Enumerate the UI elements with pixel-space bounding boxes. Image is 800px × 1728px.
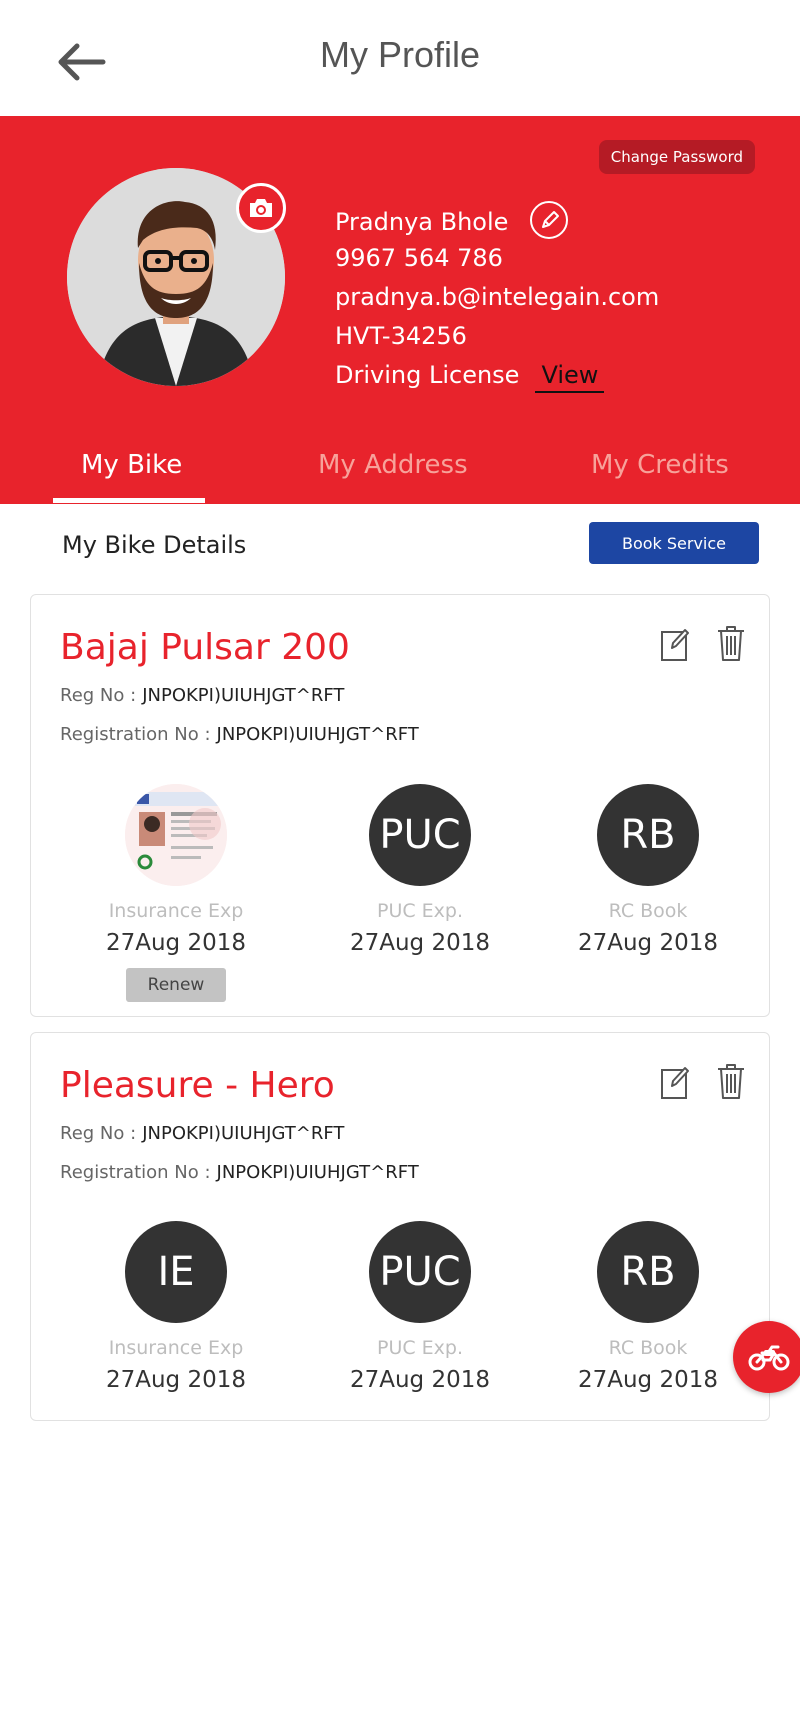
reg-no-label: Reg No : xyxy=(60,1123,137,1144)
change-photo-button[interactable] xyxy=(236,183,286,233)
tab-my-bike[interactable]: My Bike xyxy=(81,450,182,480)
profile-id: HVT-34256 xyxy=(335,322,467,350)
doc-label: Insurance Exp xyxy=(108,1337,244,1359)
page-title: My Profile xyxy=(319,34,481,75)
doc-label: RC Book xyxy=(608,1337,688,1359)
profile-name-row: Pradnya Bhole xyxy=(335,201,659,243)
puc-doc: PUC PUC Exp. 27Aug 2018 xyxy=(330,784,510,956)
delete-bike-button[interactable] xyxy=(716,1062,746,1100)
doc-label: PUC Exp. xyxy=(376,1337,464,1359)
puc-badge[interactable]: PUC xyxy=(369,784,471,886)
driving-license-row: Driving License View xyxy=(335,360,659,399)
profile-hero: Change Password Pradnya Bhole 9967 564 7… xyxy=(0,116,800,504)
doc-date: 27Aug 2018 xyxy=(577,1367,719,1393)
doc-date: 27Aug 2018 xyxy=(349,930,491,956)
insurance-document-thumbnail[interactable] xyxy=(125,784,227,886)
registration-no-row: Registration No : JNPOKPI)UIUHJGT^RFT xyxy=(60,1162,419,1183)
edit-bike-button[interactable] xyxy=(660,626,690,662)
insurance-badge[interactable]: IE xyxy=(125,1221,227,1323)
reg-no-value: JNPOKPI)UIUHJGT^RFT xyxy=(142,685,345,706)
registration-no-label: Registration No : xyxy=(60,724,211,745)
profile-tabs: My Bike My Address My Credits xyxy=(0,440,800,504)
tab-my-address[interactable]: My Address xyxy=(318,450,468,480)
edit-icon xyxy=(661,1067,689,1099)
book-service-button[interactable]: Book Service xyxy=(589,522,759,564)
change-password-button[interactable]: Change Password xyxy=(598,140,755,174)
view-license-link[interactable]: View xyxy=(535,361,605,393)
motorbike-icon xyxy=(748,1345,790,1371)
delete-bike-button[interactable] xyxy=(716,624,746,662)
puc-doc: PUC PUC Exp. 27Aug 2018 xyxy=(330,1221,510,1393)
doc-date: 27Aug 2018 xyxy=(105,1367,247,1393)
bike-name: Bajaj Pulsar 200 xyxy=(60,627,350,668)
reg-no-row: Reg No : JNPOKPI)UIUHJGT^RFT xyxy=(60,1123,344,1144)
driving-license-label: Driving License xyxy=(335,361,520,389)
doc-label: PUC Exp. xyxy=(376,900,464,922)
profile-info: Pradnya Bhole 9967 564 786 pradnya.b@int… xyxy=(335,201,660,399)
insurance-doc: Insurance Exp 27Aug 2018 Renew xyxy=(86,784,266,1002)
add-bike-fab[interactable] xyxy=(733,1321,800,1393)
edit-icon xyxy=(661,629,689,661)
bike-card: Pleasure - Hero Reg No : JNPOKPI)UIUHJGT^… xyxy=(30,1032,770,1421)
doc-label: Insurance Exp xyxy=(108,900,244,922)
rc-book-badge[interactable]: RB xyxy=(597,784,699,886)
profile-email: pradnya.b@intelegain.com xyxy=(335,283,660,311)
tab-my-credits[interactable]: My Credits xyxy=(591,450,729,480)
app-header: My Profile xyxy=(0,0,800,116)
edit-bike-button[interactable] xyxy=(660,1064,690,1100)
doc-label: RC Book xyxy=(608,900,688,922)
renew-insurance-button[interactable]: Renew xyxy=(126,968,226,1002)
edit-profile-button[interactable] xyxy=(530,201,569,239)
rc-book-badge[interactable]: RB xyxy=(597,1221,699,1323)
rc-book-doc: RB RC Book 27Aug 2018 xyxy=(558,1221,738,1393)
section-title: My Bike Details xyxy=(62,531,247,559)
registration-no-value: JNPOKPI)UIUHJGT^RFT xyxy=(216,724,419,745)
doc-date: 27Aug 2018 xyxy=(349,1367,491,1393)
pencil-icon xyxy=(542,211,560,228)
reg-no-row: Reg No : JNPOKPI)UIUHJGT^RFT xyxy=(60,685,344,706)
trash-icon xyxy=(718,626,744,661)
registration-no-row: Registration No : JNPOKPI)UIUHJGT^RFT xyxy=(60,724,419,745)
rc-book-doc: RB RC Book 27Aug 2018 xyxy=(558,784,738,956)
profile-name: Pradnya Bhole xyxy=(335,208,509,236)
registration-no-label: Registration No : xyxy=(60,1162,211,1183)
insurance-doc: IE Insurance Exp 27Aug 2018 xyxy=(86,1221,266,1393)
camera-icon xyxy=(250,199,272,217)
active-tab-indicator xyxy=(53,498,205,503)
doc-date: 27Aug 2018 xyxy=(577,930,719,956)
trash-icon xyxy=(718,1064,744,1099)
doc-date: 27Aug 2018 xyxy=(105,930,247,956)
reg-no-label: Reg No : xyxy=(60,685,137,706)
bike-card: Bajaj Pulsar 200 Reg No : JNPOKPI)UIUHJGT… xyxy=(30,594,770,1017)
puc-badge[interactable]: PUC xyxy=(369,1221,471,1323)
license-card-icon xyxy=(125,784,227,886)
reg-no-value: JNPOKPI)UIUHJGT^RFT xyxy=(142,1123,345,1144)
bike-name: Pleasure - Hero xyxy=(60,1065,335,1106)
registration-no-value: JNPOKPI)UIUHJGT^RFT xyxy=(216,1162,419,1183)
profile-phone: 9967 564 786 xyxy=(335,244,503,272)
